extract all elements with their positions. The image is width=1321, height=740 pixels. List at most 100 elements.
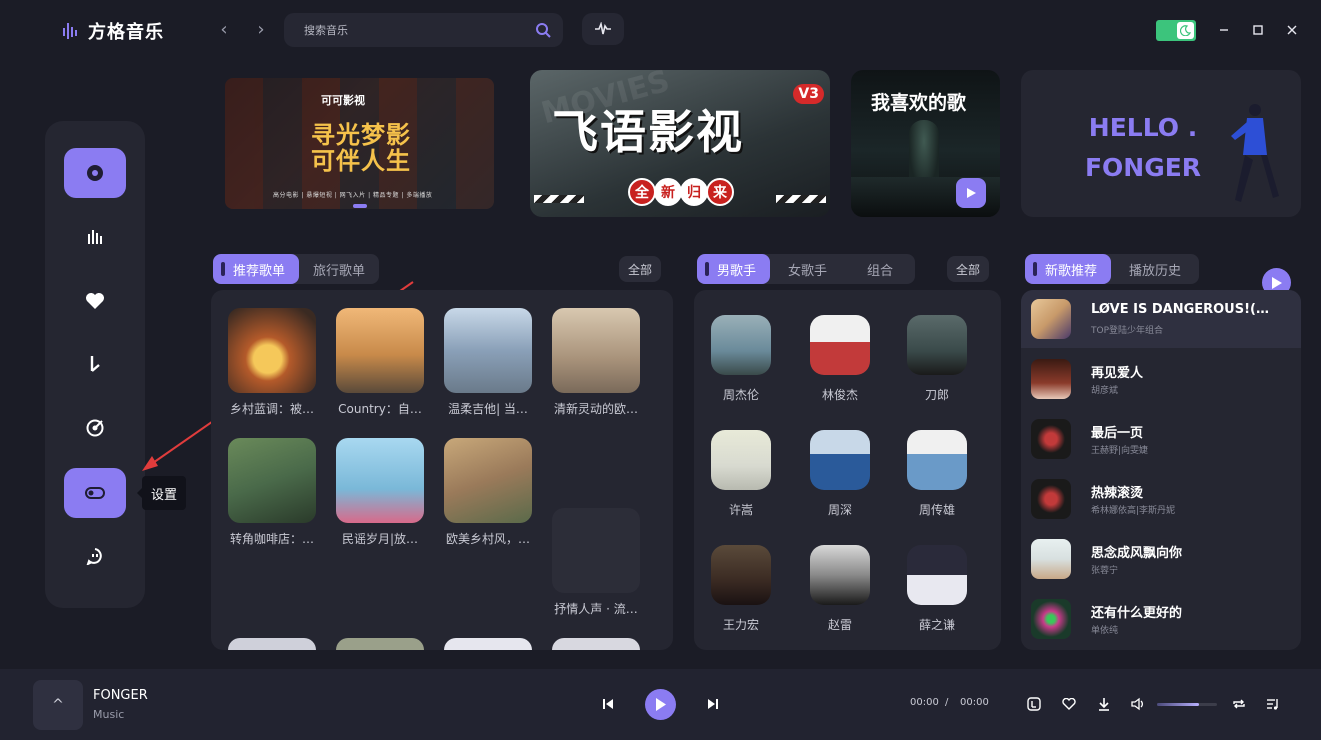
forward-arrow-icon[interactable]: ›: [253, 20, 269, 40]
song-item[interactable]: 热辣滚烫 希林娜依高|李斯丹妮: [1021, 470, 1301, 528]
song-tabs: 新歌推荐 播放历史: [1025, 254, 1200, 284]
playlist-card[interactable]: [546, 638, 646, 650]
search-bar: [284, 13, 563, 47]
playlist-card[interactable]: [222, 638, 322, 650]
tab-new-songs[interactable]: 新歌推荐: [1025, 254, 1112, 284]
playlist-cover: [228, 438, 316, 523]
artist-panel: 周杰伦 林俊杰 刀郎 许嵩 周深 周传雄 王力宏 赵雷 薛之谦: [694, 290, 1001, 650]
play-button[interactable]: [956, 178, 986, 208]
artist-card[interactable]: 刀郎: [887, 315, 987, 403]
disc-icon: [87, 165, 103, 181]
now-playing-title: FONGER: [93, 688, 148, 703]
artist-card[interactable]: 周传雄: [887, 430, 987, 518]
minimize-icon[interactable]: [1214, 20, 1234, 40]
artist-name: 周传雄: [918, 503, 955, 517]
like-heart-icon[interactable]: [1061, 696, 1077, 712]
repeat-icon[interactable]: [1231, 696, 1247, 712]
tab-female-artists[interactable]: 女歌手: [770, 254, 845, 284]
playlist-queue-icon[interactable]: [1265, 696, 1281, 712]
playlist-cover: [336, 638, 424, 650]
sidebar-item-radio[interactable]: [64, 403, 126, 453]
playlist-card[interactable]: 温柔吉他| 当…: [438, 308, 538, 417]
banner-keke-video[interactable]: 可可影视 寻光梦影 可伴人生 高分电影 | 悬爆短视 | 网飞入片 | 精品专题…: [225, 78, 494, 209]
tab-recommended-playlists[interactable]: 推荐歌单: [213, 254, 300, 284]
tab-male-artists[interactable]: 男歌手: [697, 254, 771, 284]
audio-wave-button[interactable]: [582, 13, 624, 45]
artist-card[interactable]: 周杰伦: [694, 315, 791, 403]
song-cover: [1031, 359, 1071, 399]
playlist-card[interactable]: 民谣岁月|放…: [330, 438, 430, 547]
tab-groups[interactable]: 组合: [845, 254, 915, 284]
artist-card[interactable]: 薛之谦: [887, 545, 987, 633]
playlist-card[interactable]: 乡村蓝调：被…: [222, 308, 322, 417]
sidebar-item-discover[interactable]: [64, 148, 126, 198]
banner-feiyu-video[interactable]: MOVIES 飞语影视 V3 全 新 归 来: [530, 70, 830, 217]
volume-slider[interactable]: [1157, 703, 1217, 706]
playlist-card[interactable]: 清新灵动的欧…: [546, 308, 646, 417]
artist-photo: [810, 430, 870, 490]
moon-icon: [1177, 22, 1194, 39]
playlist-card[interactable]: 转角咖啡店：…: [222, 438, 322, 547]
sidebar-item-favorites[interactable]: [64, 276, 126, 326]
carousel-indicator[interactable]: [353, 204, 367, 208]
now-playing-cover[interactable]: ^: [33, 680, 83, 730]
banner-favorite-songs[interactable]: 我喜欢的歌: [851, 70, 1000, 217]
artists-all-button[interactable]: 全部: [947, 256, 990, 282]
song-artist: 希林娜依高|李斯丹妮: [1091, 506, 1176, 516]
song-title: 还有什么更好的: [1091, 606, 1183, 621]
sidebar-item-about[interactable]: [64, 531, 126, 581]
theme-toggle[interactable]: [1156, 20, 1196, 41]
artist-photo: [810, 545, 870, 605]
sidebar-item-music[interactable]: [64, 339, 126, 389]
playlist-tabs: 推荐歌单 旅行歌单: [213, 254, 380, 284]
total-time: 00:00: [960, 697, 989, 708]
song-item[interactable]: 最后一页 王赫野|向雯婕: [1021, 410, 1301, 468]
artist-name: 赵雷: [827, 618, 852, 632]
sidebar-item-charts[interactable]: [64, 212, 126, 262]
volume-icon[interactable]: [1130, 696, 1146, 712]
note-icon: [90, 356, 100, 372]
playlist-cover: [336, 308, 424, 393]
back-arrow-icon[interactable]: ‹: [216, 20, 232, 40]
clapper-stripe: [534, 195, 584, 203]
song-title: LØVE IS DANGEROUS!(…: [1091, 302, 1269, 317]
playlist-card[interactable]: Country：自…: [330, 308, 430, 417]
play-pause-button[interactable]: [645, 689, 676, 720]
playlist-cover: [552, 638, 640, 650]
search-icon[interactable]: [535, 22, 551, 38]
song-cover: [1031, 599, 1071, 639]
artist-name: 许嵩: [728, 503, 753, 517]
artist-card[interactable]: 林俊杰: [790, 315, 890, 403]
tab-play-history[interactable]: 播放历史: [1111, 254, 1199, 284]
playlists-all-button[interactable]: 全部: [619, 256, 662, 282]
song-item[interactable]: LØVE IS DANGEROUS!(… TOP登陆少年组合: [1021, 290, 1301, 348]
volume-fill: [1157, 703, 1199, 706]
artist-photo: [711, 545, 771, 605]
artist-card[interactable]: 周深: [790, 430, 890, 518]
song-item[interactable]: 思念成风飘向你 张蓉宁: [1021, 530, 1301, 588]
song-item[interactable]: 还有什么更好的 单依纯: [1021, 590, 1301, 648]
playlist-name: 抒情人声 · 流…: [554, 602, 638, 616]
player-bar: ^ FONGER Music 00:00 / 00:00: [0, 669, 1321, 740]
playlist-card[interactable]: 欧美乡村风，…: [438, 438, 538, 547]
banner-tags: 高分电影 | 悬爆短视 | 网飞入片 | 精品专题 | 多端播放: [273, 192, 433, 199]
lyrics-icon[interactable]: [1026, 696, 1042, 712]
previous-icon[interactable]: [600, 696, 616, 712]
artist-photo: [907, 430, 967, 490]
close-icon[interactable]: [1282, 20, 1302, 40]
playlist-name: 温柔吉他| 当…: [448, 402, 528, 416]
playlist-card[interactable]: [438, 638, 538, 650]
artist-card[interactable]: 许嵩: [694, 430, 791, 518]
next-icon[interactable]: [705, 696, 721, 712]
playlist-card[interactable]: [330, 638, 430, 650]
artist-card[interactable]: 王力宏: [694, 545, 791, 633]
maximize-icon[interactable]: [1248, 20, 1268, 40]
tab-travel-playlists[interactable]: 旅行歌单: [299, 254, 379, 284]
artist-card[interactable]: 赵雷: [790, 545, 890, 633]
playlist-card[interactable]: 抒情人声 · 流…: [546, 508, 646, 617]
download-icon[interactable]: [1096, 696, 1112, 712]
song-item[interactable]: 再见爱人 胡彦斌: [1021, 350, 1301, 408]
search-input[interactable]: [304, 20, 524, 40]
play-icon: [967, 188, 976, 198]
sidebar-item-settings[interactable]: [64, 468, 126, 518]
